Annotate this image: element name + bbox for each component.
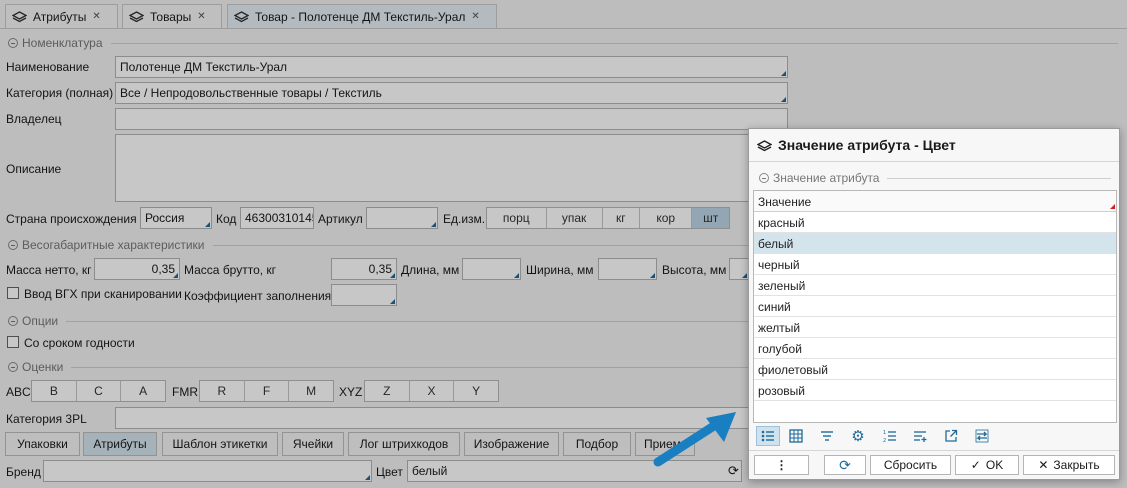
values-grid[interactable]: Значение красный белый черный зеленый си… bbox=[753, 190, 1117, 423]
open-external-icon[interactable] bbox=[939, 426, 963, 446]
attribute-value-dialog: Значение атрибута - Цвет Значение атрибу… bbox=[748, 128, 1120, 480]
reset-label: Сбросить bbox=[883, 458, 938, 472]
list-item[interactable]: синий bbox=[754, 296, 1116, 317]
grid-view-icon[interactable] bbox=[784, 426, 808, 446]
svg-text:1: 1 bbox=[883, 430, 886, 436]
close-icon: ✕ bbox=[1038, 458, 1049, 472]
dialog-title-text: Значение атрибута - Цвет bbox=[778, 137, 956, 153]
reset-button[interactable]: Сбросить bbox=[870, 455, 951, 475]
list-view-icon[interactable] bbox=[756, 426, 780, 446]
close-label: Закрыть bbox=[1053, 458, 1100, 472]
list-item[interactable]: черный bbox=[754, 254, 1116, 275]
more-menu-button[interactable]: ⋮ bbox=[754, 455, 809, 475]
list-item[interactable]: голубой bbox=[754, 338, 1116, 359]
list-item[interactable]: розовый bbox=[754, 380, 1116, 401]
refresh-button[interactable]: ⟳ bbox=[824, 455, 866, 475]
filter-icon[interactable] bbox=[815, 426, 839, 446]
more-icon: ⋮ bbox=[775, 458, 788, 472]
column-header[interactable]: Значение bbox=[754, 191, 1116, 212]
svg-text:2: 2 bbox=[883, 438, 886, 443]
close-button[interactable]: ✕ Закрыть bbox=[1023, 455, 1115, 475]
settings-gear-icon[interactable]: ⚙ bbox=[846, 426, 870, 446]
section-title: Значение атрибута bbox=[773, 171, 880, 185]
dialog-title: Значение атрибута - Цвет bbox=[756, 137, 956, 153]
ok-label: OK bbox=[985, 458, 1004, 472]
list-item[interactable]: зеленый bbox=[754, 275, 1116, 296]
check-icon: ✓ bbox=[970, 458, 981, 472]
numbered-list-icon[interactable]: 12 bbox=[878, 426, 902, 446]
refresh-icon: ⟳ bbox=[839, 456, 851, 473]
dialog-section[interactable]: Значение атрибута bbox=[759, 171, 1111, 185]
list-item-selected[interactable]: белый bbox=[754, 233, 1116, 254]
ok-button[interactable]: ✓ OK bbox=[955, 455, 1019, 475]
list-item[interactable]: фиолетовый bbox=[754, 359, 1116, 380]
arrow-annotation-icon bbox=[653, 412, 736, 467]
collapse-icon[interactable] bbox=[759, 173, 769, 183]
list-item[interactable]: желтый bbox=[754, 317, 1116, 338]
layers-icon bbox=[756, 139, 773, 152]
add-row-icon[interactable] bbox=[908, 426, 932, 446]
transfer-icon[interactable] bbox=[970, 426, 994, 446]
list-item[interactable]: красный bbox=[754, 212, 1116, 233]
